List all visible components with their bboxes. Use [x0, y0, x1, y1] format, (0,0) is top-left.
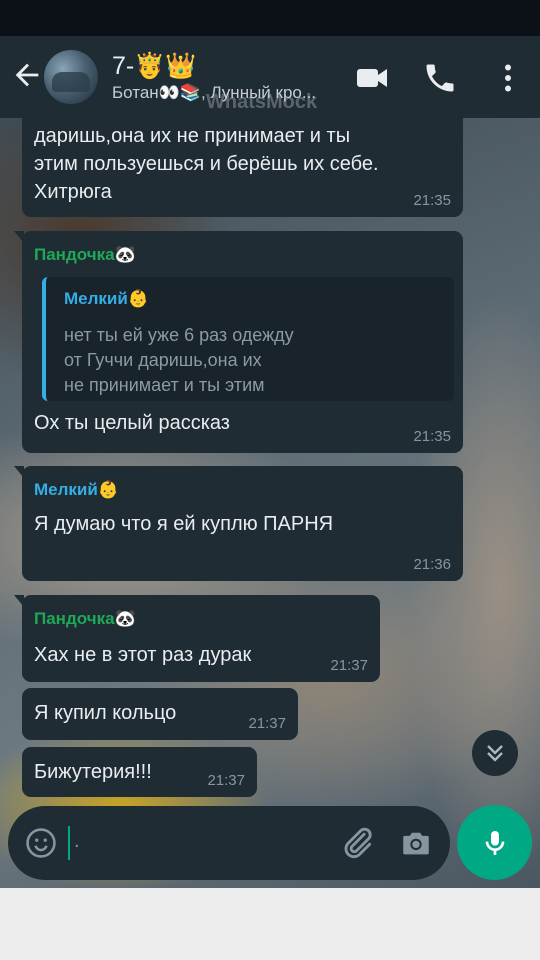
phone-icon[interactable] [422, 60, 458, 96]
status-bar [0, 0, 540, 36]
mic-button[interactable] [457, 805, 532, 880]
message-sender[interactable]: Пандочка🐼 [34, 609, 136, 629]
message-bubble[interactable]: Мелкий👶 Я думаю что я ей куплю ПАРНЯ 21:… [14, 466, 463, 581]
message-time: 21:36 [413, 556, 451, 573]
emoji-icon[interactable] [24, 826, 58, 860]
message-text: даришь,она их не принимает и ты этим пол… [34, 125, 379, 203]
mic-icon [479, 825, 511, 861]
message-time: 21:37 [330, 657, 368, 674]
message-input-bar[interactable]: . [8, 806, 450, 880]
message-text: Хах не в этот раз дурак [34, 644, 252, 666]
message-time: 21:35 [413, 192, 451, 209]
camera-icon[interactable] [398, 826, 434, 860]
message-time: 21:35 [413, 428, 451, 445]
group-avatar[interactable] [44, 50, 98, 104]
message-sender[interactable]: Мелкий👶 [34, 480, 119, 500]
quoted-text: нет ты ей уже 6 раз одежду от Гуччи дари… [64, 325, 294, 395]
bubble-tail [14, 466, 24, 478]
message-bubble[interactable]: Пандочка🐼 Мелкий👶 нет ты ей уже 6 раз од… [14, 231, 463, 453]
message-sender[interactable]: Пандочка🐼 [34, 245, 136, 265]
message-text: Я думаю что я ей куплю ПАРНЯ [34, 513, 334, 535]
message-bubble[interactable]: Пандочка🐼 Хах не в этот раз дурак 21:37 [14, 595, 380, 682]
more-options-icon[interactable] [490, 60, 526, 96]
message-time: 21:37 [207, 772, 245, 789]
text-cursor [68, 826, 70, 860]
watermark: WhatsMock [206, 91, 318, 113]
back-arrow-icon[interactable] [10, 58, 44, 92]
chevron-down-icon [481, 739, 509, 767]
quoted-message[interactable]: Мелкий👶 нет ты ей уже 6 раз одежду от Гу… [42, 277, 454, 401]
attach-icon[interactable] [338, 824, 376, 862]
message-time: 21:37 [248, 715, 286, 732]
video-call-icon[interactable] [354, 60, 390, 96]
message-bubble[interactable]: Бижутерия!!! 21:37 [22, 747, 257, 797]
message-text: Я купил кольцо [34, 702, 177, 724]
chat-title[interactable]: 7-🤴👑 [112, 52, 197, 81]
message-text: Ох ты целый рассказ [34, 412, 230, 434]
message-bubble[interactable]: Я купил кольцо 21:37 [22, 688, 298, 740]
bubble-tail [14, 595, 24, 607]
message-text: Бижутерия!!! [34, 761, 152, 783]
bottom-area [0, 888, 540, 960]
message-input[interactable]: . [74, 830, 80, 853]
message-bubble[interactable]: даришь,она их не принимает и ты этим пол… [22, 118, 463, 217]
quoted-sender: Мелкий👶 [64, 289, 149, 308]
bubble-tail [14, 231, 24, 243]
scroll-down-button[interactable] [472, 730, 518, 776]
chat-background[interactable]: даришь,она их не принимает и ты этим пол… [0, 118, 540, 888]
